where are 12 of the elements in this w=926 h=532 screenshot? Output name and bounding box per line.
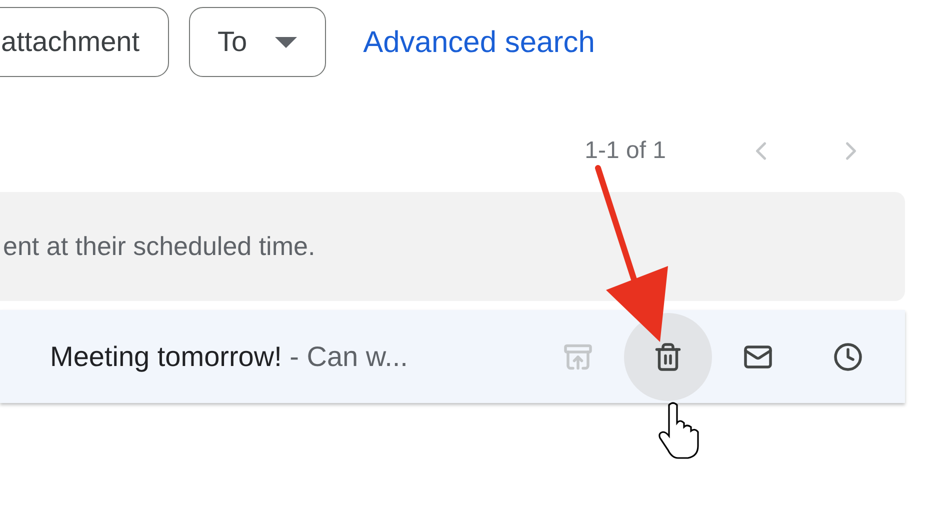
email-subject-line: Meeting tomorrow! - Can w... [50,340,408,374]
notice-text: ent at their scheduled time. [3,230,316,263]
filter-chip[interactable]: To [188,7,326,77]
trash-icon [653,342,683,372]
filter-chip[interactable]: attachment [0,7,169,77]
advanced-search-link[interactable]: Advanced search [363,20,595,64]
clock-icon [833,342,863,372]
hand-cursor-icon [658,402,699,459]
archive-icon [563,342,593,372]
pagination-range: 1-1 of 1 [584,136,666,166]
email-row[interactable]: Meeting tomorrow! - Can w... [0,310,905,403]
caret-icon [275,36,298,48]
